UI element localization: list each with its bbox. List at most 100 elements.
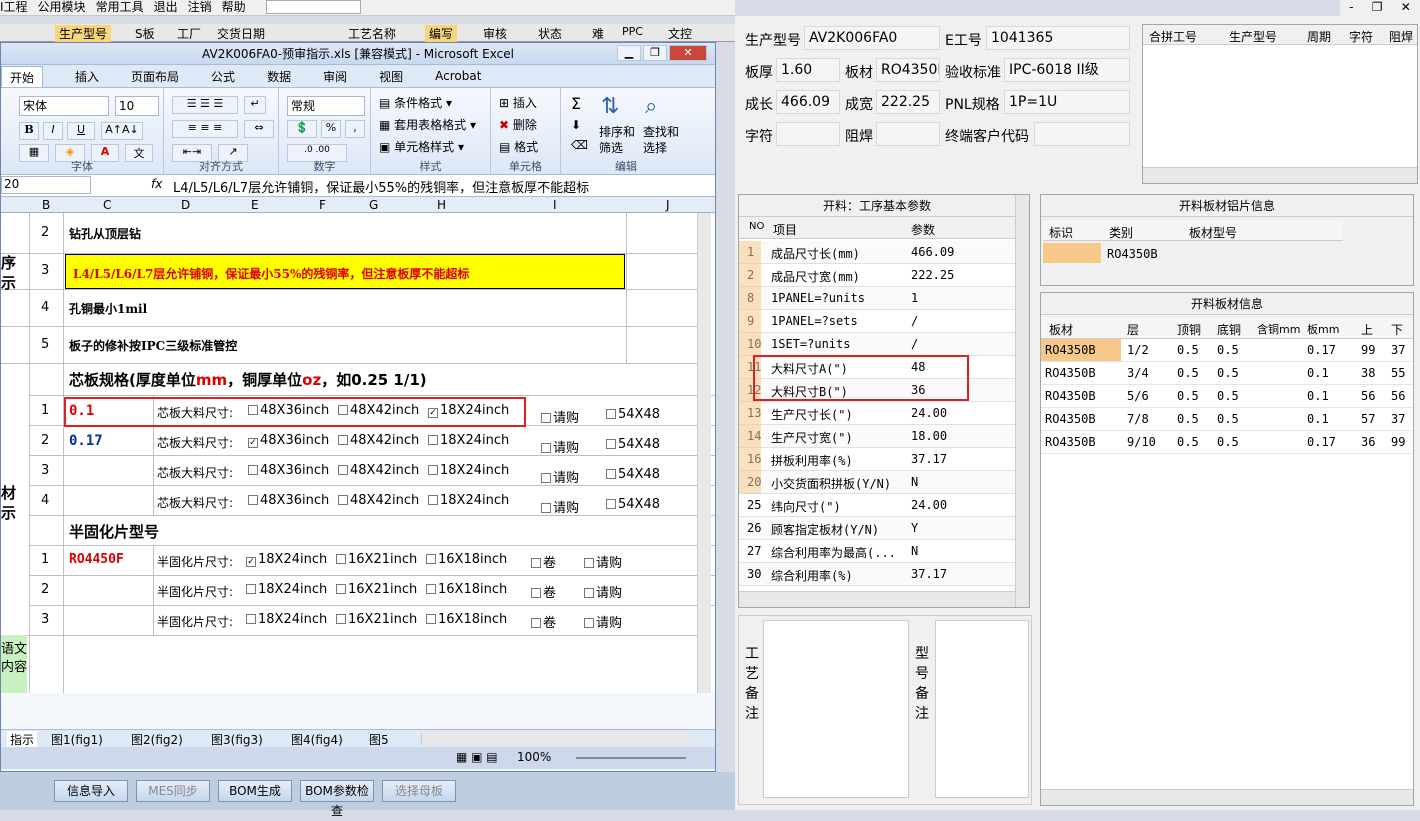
bom-generate-button[interactable]: BOM生成 xyxy=(218,780,292,802)
checkbox-icon[interactable] xyxy=(606,439,616,449)
checkbox-icon[interactable] xyxy=(531,588,541,598)
excel-minimize-button[interactable]: ▁ xyxy=(617,45,641,61)
checkbox-icon[interactable] xyxy=(246,614,256,624)
col-author[interactable]: 编写 xyxy=(425,25,458,42)
core-size-option[interactable]: 54X48 xyxy=(603,497,660,512)
col-status[interactable]: 状态 xyxy=(538,25,562,42)
prepreg-size-option[interactable]: 卷 xyxy=(528,612,556,631)
cell-r3-text[interactable]: L4/L5/L6/L7层允许铺铜，保证最小55%的残铜率，但注意板厚不能超标 xyxy=(73,265,469,282)
col-header-j[interactable]: J xyxy=(666,198,670,212)
params-col-no[interactable]: NO xyxy=(749,221,764,232)
checkbox-icon[interactable] xyxy=(336,554,346,564)
format-cell-button[interactable]: ▤ 格式 xyxy=(499,138,538,155)
board-col-layer[interactable]: 层 xyxy=(1127,321,1139,338)
prepreg-size-option[interactable]: 请购 xyxy=(581,582,622,601)
prepreg-size-option[interactable]: ✓ 18X24inch xyxy=(243,552,327,567)
params-row[interactable]: 26 顾客指定板材(Y/N) Y xyxy=(739,517,1015,540)
combine-col-mask[interactable]: 阻焊 xyxy=(1389,28,1413,45)
sheet-tab-fig3[interactable]: 图3(fig3) xyxy=(211,731,263,748)
combine-hscrollbar[interactable] xyxy=(1143,167,1417,183)
excel-restore-button[interactable]: ❐ xyxy=(643,45,667,61)
board-col-cu-mm[interactable]: 含铜mm xyxy=(1257,321,1300,337)
checkbox-icon[interactable]: ✓ xyxy=(248,438,258,448)
prepreg-size-option[interactable]: 18X24inch xyxy=(243,612,327,627)
col-header-h[interactable]: H xyxy=(437,198,446,212)
sheet-tab-fig1[interactable]: 图1(fig1) xyxy=(51,731,103,748)
close-button[interactable]: ✕ xyxy=(1401,0,1411,16)
checkbox-icon[interactable] xyxy=(428,435,438,445)
params-row[interactable]: 81PANEL=?units1 xyxy=(739,287,1015,310)
checkbox-icon[interactable] xyxy=(541,473,551,483)
process-notes-field[interactable] xyxy=(763,620,909,798)
import-info-button[interactable]: 信息导入 xyxy=(54,780,128,802)
soldermask-field[interactable] xyxy=(876,122,940,146)
params-row[interactable]: 13生产尺寸长(")24.00 xyxy=(739,402,1015,425)
params-vscrollbar[interactable] xyxy=(1015,195,1029,607)
combine-col-job[interactable]: 合拼工号 xyxy=(1149,28,1197,45)
binoculars-icon[interactable]: ⌕ xyxy=(645,94,657,119)
prepreg-size-option[interactable]: 16X21inch xyxy=(333,582,417,597)
number-format-select[interactable]: 常规 xyxy=(287,96,365,116)
font-size-select[interactable]: 10 xyxy=(115,96,159,116)
model-notes-field[interactable] xyxy=(935,620,1029,798)
standard-field[interactable]: IPC-6018 II级 xyxy=(1004,58,1130,82)
board-row[interactable]: RO4350B 7/8 0.5 0.5 0.1 57 37 xyxy=(1041,408,1413,431)
prepreg-size-option[interactable]: 卷 xyxy=(528,552,556,571)
horizontal-align-icons[interactable]: ≡ ≡ ≡ xyxy=(172,120,238,138)
params-row[interactable]: 25 纬向尺寸(") 24.00 xyxy=(739,494,1015,517)
board-col-up[interactable]: 上 xyxy=(1361,321,1373,338)
core-size-option[interactable]: ✓ 48X36inch xyxy=(245,433,329,448)
tab-formula[interactable]: 公式 xyxy=(211,68,235,85)
col-header-e[interactable]: E xyxy=(251,198,259,212)
tab-layout[interactable]: 页面布局 xyxy=(131,68,179,85)
prepreg-type-cell[interactable]: RO4450F xyxy=(69,552,124,567)
checkbox-icon[interactable] xyxy=(248,495,258,505)
combine-col-char[interactable]: 字符 xyxy=(1349,28,1373,45)
restore-button[interactable]: ❐ xyxy=(1372,0,1383,16)
italic-button[interactable]: I xyxy=(43,122,63,140)
delete-cell-button[interactable]: ✖ 删除 xyxy=(499,116,537,133)
col-difficulty[interactable]: 难 xyxy=(592,25,604,42)
params-row[interactable]: 16拼板利用率(%)37.17 xyxy=(739,448,1015,471)
tab-data[interactable]: 数据 xyxy=(267,68,291,85)
silkscreen-field[interactable] xyxy=(776,122,840,146)
bom-check-button[interactable]: BOM参数检查 xyxy=(300,780,374,818)
core-size-option[interactable]: 请购 xyxy=(538,407,579,426)
customer-code-field[interactable] xyxy=(1034,122,1130,146)
view-buttons-icon[interactable]: ▦ ▣ ▤ xyxy=(456,750,498,764)
bold-button[interactable]: B xyxy=(19,122,39,140)
checkbox-icon[interactable] xyxy=(338,435,348,445)
sheet-tab-fig2[interactable]: 图2(fig2) xyxy=(131,731,183,748)
core-size-option[interactable]: 54X48 xyxy=(603,467,660,482)
checkbox-icon[interactable] xyxy=(606,409,616,419)
cell-r4-text[interactable]: 孔铜最小1mil xyxy=(69,300,147,317)
checkbox-icon[interactable] xyxy=(336,614,346,624)
params-hscrollbar[interactable] xyxy=(739,591,1015,607)
menu-item-tools[interactable]: 常用工具 xyxy=(96,0,144,15)
foil-col-type[interactable]: 板材型号 xyxy=(1189,224,1237,241)
core-size-option[interactable]: 48X42inch xyxy=(335,463,419,478)
core-size-option[interactable]: 54X48 xyxy=(603,437,660,452)
col-header-g[interactable]: G xyxy=(369,198,378,212)
core-thickness-cell[interactable]: 0.17 xyxy=(69,433,103,449)
board-col-top-cu[interactable]: 顶铜 xyxy=(1177,321,1201,338)
material-field[interactable]: RO4350B xyxy=(876,58,940,82)
col-ppc[interactable]: PPC xyxy=(622,25,643,38)
checkbox-icon[interactable] xyxy=(428,465,438,475)
find-select-label[interactable]: 查找和 选择 xyxy=(643,124,679,156)
sheet-tab-fig5[interactable]: 图5 xyxy=(369,731,389,748)
currency-icon[interactable]: 💲 xyxy=(287,120,317,138)
prepreg-size-option[interactable]: 请购 xyxy=(581,552,622,571)
pnl-field[interactable]: 1P=1U xyxy=(1004,90,1130,114)
checkbox-icon[interactable] xyxy=(248,465,258,475)
params-row[interactable]: 27 综合利用率为最高(... N xyxy=(739,540,1015,563)
vertical-scrollbar[interactable] xyxy=(697,213,711,693)
horizontal-scrollbar[interactable] xyxy=(421,733,691,745)
vertical-align-icons[interactable]: ☰ ☰ ☰ xyxy=(172,96,238,114)
excel-close-button[interactable]: ✕ xyxy=(669,45,707,61)
menu-item-public[interactable]: 公用模块 xyxy=(38,0,86,15)
core-size-option[interactable]: 48X42inch xyxy=(335,433,419,448)
worksheet[interactable]: 序 示 2 钻孔从顶层钻 3 L4/L5/L6/L7层允许铺铜，保证最小55%的… xyxy=(1,213,715,693)
checkbox-icon[interactable] xyxy=(426,554,436,564)
width-field[interactable]: 222.25 xyxy=(876,90,940,114)
